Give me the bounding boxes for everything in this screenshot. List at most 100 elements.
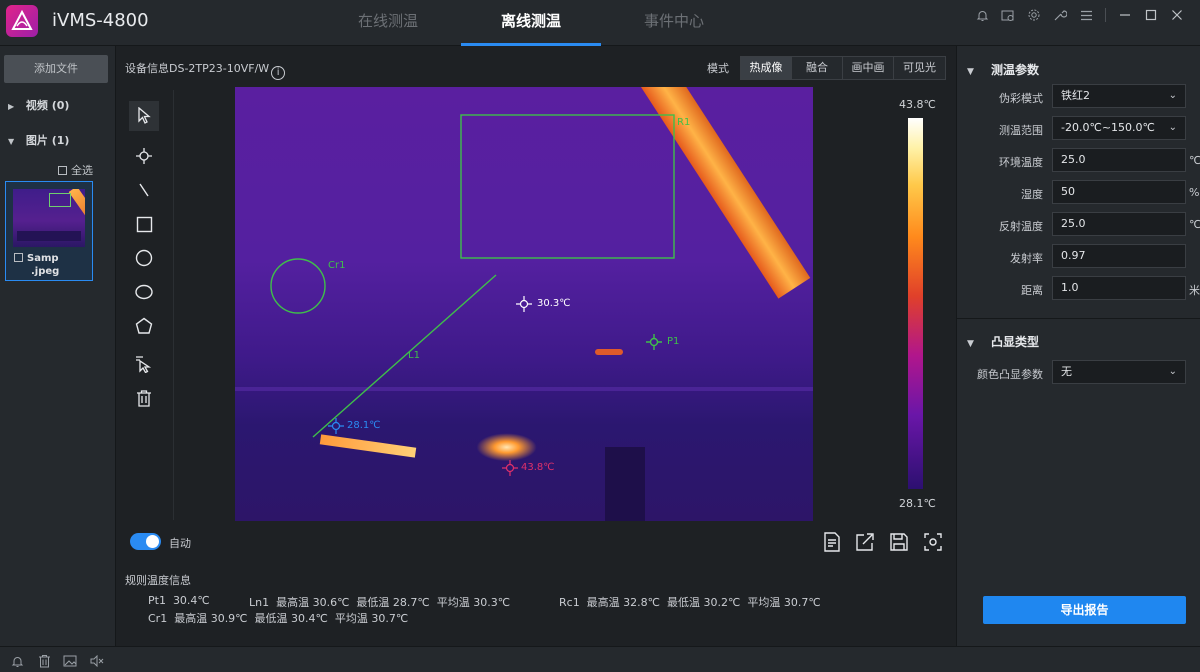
humidity-label: 湿度 bbox=[1021, 188, 1043, 201]
thumbnail-checkbox[interactable] bbox=[14, 253, 23, 262]
temp-range-select[interactable]: -20.0℃~150.0℃ ⌄ bbox=[1052, 116, 1186, 140]
measure-params-title: 测温参数 bbox=[991, 63, 1040, 77]
measure-params-header[interactable]: ▼ 测温参数 bbox=[967, 61, 1039, 78]
circle-tool-icon[interactable] bbox=[129, 243, 159, 273]
collapse-arrow-icon: ▶ bbox=[8, 102, 15, 111]
color-highlight-label: 颜色凸显参数 bbox=[977, 368, 1043, 381]
emissivity-input[interactable]: 0.97 bbox=[1052, 244, 1186, 268]
tree-item-images[interactable]: ▼ 图片 (1) bbox=[8, 132, 69, 148]
center-temp-label: 30.3℃ bbox=[537, 298, 571, 309]
section-divider bbox=[957, 318, 1200, 319]
toolbar-divider bbox=[173, 90, 174, 520]
image-icon[interactable] bbox=[62, 653, 78, 669]
rule-info-title: 规则温度信息 bbox=[125, 574, 191, 587]
distance-unit: 米 bbox=[1189, 284, 1200, 297]
minimize-icon[interactable] bbox=[1112, 4, 1138, 26]
title-separator bbox=[1105, 8, 1106, 22]
app-logo bbox=[6, 5, 38, 37]
video-label: 视频 bbox=[25, 99, 48, 112]
temp-range-label: 测温范围 bbox=[999, 124, 1043, 137]
l1-label: L1 bbox=[408, 350, 420, 361]
min-temp-label: 28.1℃ bbox=[347, 420, 381, 431]
report-icon[interactable] bbox=[820, 530, 844, 554]
colorbar-max-label: 43.8℃ bbox=[899, 98, 936, 111]
file-panel: 添加文件 ▶ 视频 (0) ▼ 图片 (1) 全选 Samp .jpeg bbox=[0, 46, 116, 646]
measurement-overlays bbox=[270, 114, 675, 476]
expand-arrow-icon: ▼ bbox=[967, 339, 974, 349]
close-icon[interactable] bbox=[1164, 4, 1190, 26]
tab-event-center[interactable]: 事件中心 bbox=[604, 10, 744, 46]
emissivity-label: 发射率 bbox=[1010, 252, 1043, 265]
r1-label: R1 bbox=[677, 117, 691, 128]
reflected-temp-input[interactable]: 25.0 bbox=[1052, 212, 1186, 236]
color-scale-bar bbox=[908, 118, 923, 489]
maximize-icon[interactable] bbox=[1138, 4, 1164, 26]
export-report-button[interactable]: 导出报告 bbox=[983, 596, 1186, 624]
images-count: (1) bbox=[51, 134, 70, 147]
colorbar-min-label: 28.1℃ bbox=[899, 497, 936, 510]
min-temp-marker bbox=[328, 418, 344, 434]
save-icon[interactable] bbox=[887, 530, 911, 554]
info-icon[interactable]: i bbox=[271, 66, 286, 80]
point-rule-p1[interactable] bbox=[646, 334, 662, 350]
wrench-icon[interactable] bbox=[1047, 4, 1073, 26]
temp-range-value: -20.0℃~150.0℃ bbox=[1061, 121, 1155, 134]
thermal-image[interactable]: R1 Cr1 L1 P1 30.3℃ 28.1℃ 43.8℃ bbox=[235, 87, 813, 521]
color-highlight-select[interactable]: 无 ⌄ bbox=[1052, 360, 1186, 384]
rule-info-rc1: Rc1 最高温 32.8℃ 最低温 30.2℃ 平均温 30.7℃ bbox=[559, 596, 821, 609]
reflected-temp-unit: ℃ bbox=[1189, 218, 1200, 231]
line-tool-icon[interactable] bbox=[129, 175, 159, 205]
polygon-tool-icon[interactable] bbox=[129, 311, 159, 341]
chevron-down-icon: ⌄ bbox=[1168, 122, 1177, 133]
add-file-button[interactable]: 添加文件 bbox=[4, 55, 108, 83]
image-settings-icon[interactable] bbox=[995, 4, 1021, 26]
color-highlight-value: 无 bbox=[1061, 365, 1072, 378]
checkbox-icon bbox=[58, 166, 67, 175]
rectangle-tool-icon[interactable] bbox=[129, 209, 159, 239]
thumbnail-preview bbox=[13, 189, 85, 247]
rect-rule-r1[interactable] bbox=[460, 114, 675, 259]
humidity-unit: % bbox=[1189, 186, 1200, 199]
mode-fusion[interactable]: 融合 bbox=[792, 57, 843, 79]
bell-icon[interactable] bbox=[969, 4, 995, 26]
select-all-checkbox[interactable]: 全选 bbox=[58, 162, 93, 178]
max-temp-label: 43.8℃ bbox=[521, 462, 555, 473]
image-thumbnail[interactable]: Samp .jpeg bbox=[5, 181, 93, 281]
trash-icon[interactable] bbox=[36, 653, 52, 669]
images-label: 图片 bbox=[25, 134, 48, 147]
delete-icon[interactable] bbox=[129, 383, 159, 413]
chevron-down-icon: ⌄ bbox=[1168, 366, 1177, 377]
ellipse-tool-icon[interactable] bbox=[129, 277, 159, 307]
pseudo-color-select[interactable]: 铁红2 ⌄ bbox=[1052, 84, 1186, 108]
tab-online-measure[interactable]: 在线测温 bbox=[318, 10, 458, 46]
chevron-down-icon: ⌄ bbox=[1168, 90, 1177, 101]
expand-arrow-icon: ▼ bbox=[967, 67, 974, 77]
rule-info-ln1: Ln1 最高温 30.6℃ 最低温 28.7℃ 平均温 30.3℃ bbox=[249, 596, 511, 609]
thumbnail-name-line1: Samp bbox=[27, 253, 59, 264]
circle-rule-cr1[interactable] bbox=[270, 258, 326, 314]
screenshot-icon[interactable] bbox=[921, 530, 945, 554]
point-tool-icon[interactable] bbox=[129, 141, 159, 171]
pseudo-color-value: 铁红2 bbox=[1061, 89, 1090, 102]
distance-input[interactable]: 1.0 bbox=[1052, 276, 1186, 300]
humidity-input[interactable]: 50 bbox=[1052, 180, 1186, 204]
gear-icon[interactable] bbox=[1021, 4, 1047, 26]
rule-info-pt1: Pt1 30.4℃ bbox=[148, 594, 210, 607]
line-rule-l1[interactable] bbox=[312, 274, 497, 438]
bell-icon[interactable] bbox=[9, 653, 25, 669]
mode-visible[interactable]: 可见光 bbox=[894, 57, 945, 79]
menu-icon[interactable] bbox=[1073, 4, 1099, 26]
highlight-type-header[interactable]: ▼ 凸显类型 bbox=[967, 333, 1039, 350]
parameter-panel: ▼ 测温参数 伪彩模式 铁红2 ⌄ 测温范围 -20.0℃~150.0℃ ⌄ 环境… bbox=[956, 46, 1200, 646]
ambient-temp-input[interactable]: 25.0 bbox=[1052, 148, 1186, 172]
clear-select-icon[interactable] bbox=[129, 349, 159, 379]
tab-offline-measure[interactable]: 离线测温 bbox=[461, 10, 601, 46]
select-arrow-icon[interactable] bbox=[129, 101, 159, 131]
tree-item-video[interactable]: ▶ 视频 (0) bbox=[8, 97, 69, 113]
distance-label: 距离 bbox=[1021, 284, 1043, 297]
edit-export-icon[interactable] bbox=[853, 530, 877, 554]
mode-thermal[interactable]: 热成像 bbox=[741, 57, 792, 79]
auto-toggle[interactable] bbox=[130, 533, 161, 550]
mode-pip[interactable]: 画中画 bbox=[843, 57, 894, 79]
mute-icon[interactable] bbox=[89, 653, 105, 669]
